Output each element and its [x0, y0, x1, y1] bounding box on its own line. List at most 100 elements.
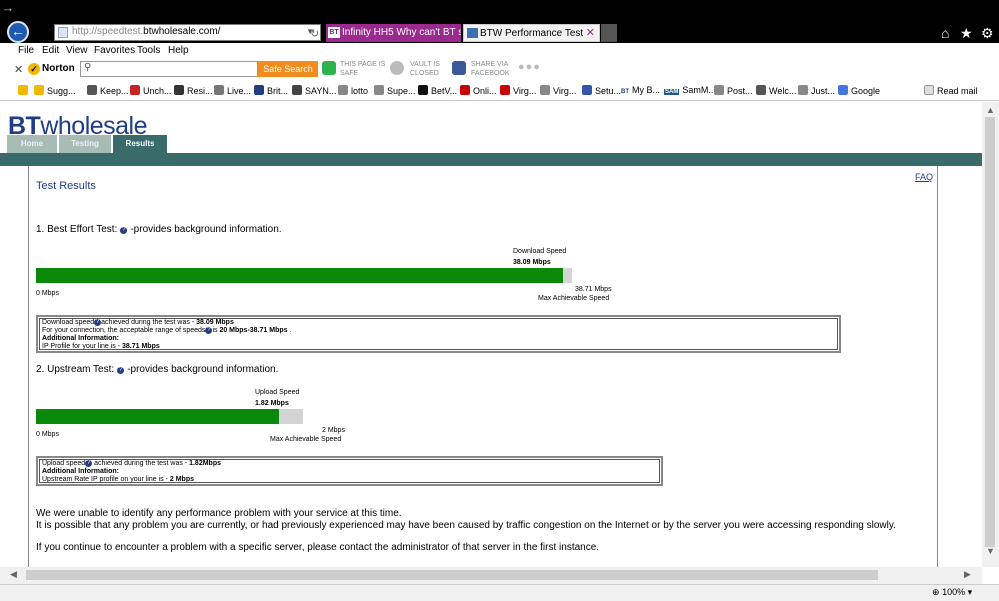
faq-link[interactable]: FAQ — [915, 172, 933, 182]
favorite-label: Resi... — [187, 86, 213, 96]
scroll-thumb[interactable] — [985, 117, 995, 547]
upstream-desc: -provides background information. — [127, 364, 279, 375]
best-effort-title: 1. Best Effort Test: — [36, 224, 118, 235]
share-facebook[interactable]: SHARE VIA FACEBOOK — [471, 60, 510, 78]
scroll-thumb[interactable] — [26, 570, 878, 580]
chevron-down-icon: ▾ — [967, 587, 973, 597]
upstream-heading: 2. Upstream Test:? -provides background i… — [36, 364, 278, 375]
scroll-right-icon[interactable]: ▶ — [964, 569, 971, 580]
close-icon[interactable]: ✕ — [14, 63, 23, 76]
zoom-level[interactable]: ⊕ 100% ▾ — [932, 587, 972, 598]
info-text: achieved during the test was - — [101, 319, 197, 326]
favorites-star-icon[interactable]: ★ — [960, 25, 973, 42]
menu-favorites[interactable]: Favorites — [94, 45, 135, 56]
nav-tab-results[interactable]: Results — [113, 135, 167, 153]
upload-speed-bar — [36, 409, 303, 424]
favorite-item[interactable]: SAM SamM... — [664, 85, 716, 95]
upload-speed-label: Upload Speed — [255, 389, 300, 396]
favorite-item[interactable]: Supe... — [374, 85, 416, 96]
norton-toolbar: ✕ ✓ Norton ⚲ Safe Search THIS PAGE IS SA… — [0, 59, 999, 81]
scroll-up-icon[interactable]: ▲ — [986, 105, 995, 115]
favorite-label: Supe... — [387, 86, 416, 96]
info-icon[interactable]: ? — [120, 227, 128, 234]
zoom-value: 100% — [942, 587, 966, 597]
forward-button[interactable]: → — [0, 0, 16, 16]
favorite-item[interactable]: Virg... — [540, 85, 576, 96]
url-domain: btwholesale.com/ — [143, 26, 221, 37]
norton-search-input[interactable]: ⚲ — [80, 61, 258, 77]
safe-check-icon — [322, 61, 336, 75]
scroll-left-icon[interactable]: ◀ — [10, 569, 17, 580]
menu-file[interactable]: File — [18, 45, 34, 56]
upstream-title: 2. Upstream Test: — [36, 364, 115, 375]
menu-edit[interactable]: Edit — [42, 45, 59, 56]
favorite-item[interactable]: Setu... — [582, 85, 621, 96]
favorite-label: Onli... — [473, 86, 497, 96]
favorite-icon — [418, 85, 428, 95]
norton-logo[interactable]: ✓ Norton — [28, 63, 75, 75]
menu-help[interactable]: Help — [168, 45, 189, 56]
nav-tab-testing[interactable]: Testing — [59, 135, 111, 153]
scroll-down-icon[interactable]: ▼ — [986, 546, 995, 556]
more-dots-icon[interactable]: ●●● — [518, 61, 541, 73]
favorite-item[interactable]: BetV... — [418, 85, 457, 96]
vault-status[interactable]: VAULT IS CLOSED — [410, 60, 440, 78]
menu-tools[interactable]: Tools — [137, 45, 160, 56]
info-text: For your connection, the acceptable rang… — [42, 327, 206, 334]
favorite-item[interactable]: SAYN... — [292, 85, 336, 96]
read-mail-label: Read mail — [937, 86, 978, 96]
favorite-item[interactable]: lotto — [338, 85, 368, 96]
new-tab-button[interactable] — [601, 24, 617, 42]
favorite-icon — [798, 85, 808, 95]
favorite-item[interactable]: BT My B... — [621, 85, 660, 95]
favorite-item[interactable]: Google — [838, 85, 880, 96]
browser-titlebar: ← → http://speedtest.btwholesale.com/ ▼ … — [0, 0, 999, 43]
favorite-label: Virg... — [513, 86, 537, 96]
info-value: 38.09 Mbps — [196, 319, 234, 326]
nav-tab-home[interactable]: Home — [7, 135, 57, 153]
favorite-item[interactable]: Post... — [714, 85, 753, 96]
favorite-item[interactable]: Welc... — [756, 85, 796, 96]
bt-badge-icon: BT — [621, 89, 629, 95]
page-safe-status[interactable]: THIS PAGE IS SAFE — [340, 60, 385, 78]
favorite-item[interactable]: Sugg... — [34, 85, 76, 96]
favorite-icon — [130, 85, 140, 95]
refresh-icon[interactable]: ↻ — [310, 27, 319, 40]
tab-btw-performance[interactable]: BTW Performance Test ✕ — [463, 24, 600, 42]
address-url: http://speedtest.btwholesale.com/ — [72, 26, 220, 37]
favorite-item[interactable]: Virg... — [500, 85, 536, 96]
menu-view[interactable]: View — [66, 45, 88, 56]
horizontal-scrollbar[interactable]: ◀ ▶ — [0, 567, 982, 584]
address-bar[interactable]: http://speedtest.btwholesale.com/ ▼ — [54, 24, 321, 41]
vertical-scrollbar[interactable]: ▲ ▼ — [982, 102, 999, 567]
favorite-label: Virg... — [553, 86, 577, 96]
info-line: For your connection, the acceptable rang… — [42, 327, 835, 335]
read-mail-button[interactable]: Read mail — [924, 85, 978, 96]
close-tab-icon[interactable]: ✕ — [586, 25, 595, 41]
safe-search-button[interactable]: Safe Search — [258, 61, 318, 77]
zoom-icon: ⊕ — [932, 587, 940, 597]
info-icon[interactable]: ? — [117, 367, 125, 374]
settings-gear-icon[interactable]: ⚙ — [981, 25, 994, 42]
info-line: Additional Information: — [42, 335, 835, 343]
favorite-item[interactable]: Live... — [214, 85, 251, 96]
info-text: Download speed — [42, 319, 95, 326]
favorite-icon — [174, 85, 184, 95]
back-button[interactable]: ← — [7, 21, 29, 43]
page-safe-value: SAFE — [340, 70, 359, 77]
favorite-item[interactable]: Brit... — [254, 85, 288, 96]
favorite-icon — [540, 85, 550, 95]
upload-max-value: 2 Mbps — [322, 427, 345, 434]
favorites-star-icon[interactable] — [18, 85, 31, 96]
download-max-value: 38.71 Mbps — [575, 286, 612, 293]
favorite-item[interactable]: Onli... — [460, 85, 497, 96]
favorite-item[interactable]: Unch... — [130, 85, 172, 96]
favorite-item[interactable]: Resi... — [174, 85, 213, 96]
favorite-item[interactable]: Keep... — [87, 85, 129, 96]
info-text: IP Profile for your line is - — [42, 343, 123, 350]
tab-title: BTW Performance Test — [480, 28, 584, 39]
site-nav: Home Testing Results — [0, 135, 982, 153]
favorite-item[interactable]: Just... — [798, 85, 835, 96]
tab-infinity[interactable]: BT Infinity HH5 Why can't BT sort ... — [326, 24, 461, 42]
home-icon[interactable]: ⌂ — [941, 25, 949, 41]
